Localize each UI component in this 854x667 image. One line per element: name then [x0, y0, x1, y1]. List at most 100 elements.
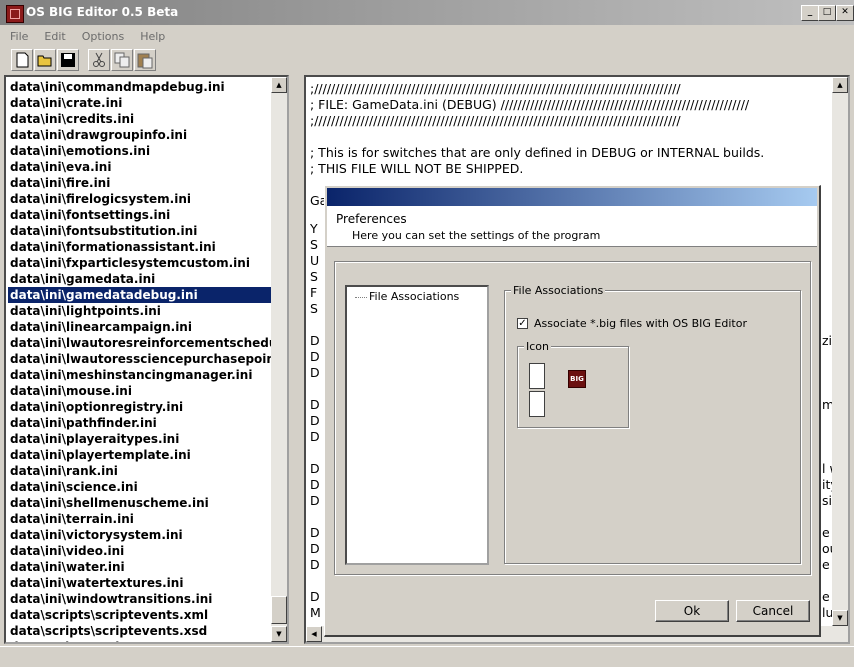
file-list-item[interactable]: data\ini\eva.ini [8, 159, 272, 175]
file-list-item[interactable]: data\ini\fontsettings.ini [8, 207, 272, 223]
scroll-thumb[interactable] [271, 596, 287, 624]
settings-tree[interactable]: File Associations [345, 285, 489, 565]
tree-item-file-associations[interactable]: File Associations [369, 290, 459, 303]
file-list-item[interactable]: data\ini\victorysystem.ini [8, 527, 272, 543]
file-list-item[interactable]: data\ini\science.ini [8, 479, 272, 495]
file-list-item[interactable]: data\ini\playeraitypes.ini [8, 431, 272, 447]
cut-button[interactable] [88, 49, 110, 71]
file-list-item[interactable]: data\ini\gamedatadebug.ini [8, 287, 272, 303]
editor-line: ; FILE: GameData.ini (DEBUG) ///////////… [310, 97, 750, 112]
file-list-item[interactable]: data\ini\meshinstancingmanager.ini [8, 367, 272, 383]
file-list-item[interactable]: data\ini\crate.ini [8, 95, 272, 111]
file-list-item[interactable]: data\ini\watertextures.ini [8, 575, 272, 591]
editor-line-fragment: M [310, 605, 321, 620]
file-list-item[interactable]: data\ini\video.ini [8, 543, 272, 559]
menu-bar: File Edit Options Help [0, 25, 854, 43]
scroll-down-button[interactable]: ▼ [271, 626, 287, 642]
icon-selector-down[interactable] [529, 391, 545, 417]
file-list-item[interactable]: data\ini\firelogicsystem.ini [8, 191, 272, 207]
dialog-title-bar[interactable] [327, 188, 817, 206]
copy-icon [114, 52, 130, 68]
editor-line-fragment: D [310, 589, 320, 604]
ok-button[interactable]: Ok [655, 600, 729, 622]
file-list-item[interactable]: data\ini\water.ini [8, 559, 272, 575]
file-list-item[interactable]: data\ini\rank.ini [8, 463, 272, 479]
file-list-item[interactable]: data\scripts\scriptevents.xsx [8, 639, 272, 642]
file-list-items: data\ini\commandmapdebug.ini data\ini\cra… [8, 79, 272, 642]
file-list-item[interactable]: data\ini\fire.ini [8, 175, 272, 191]
file-list-item[interactable]: data\ini\credits.ini [8, 111, 272, 127]
file-list-item[interactable]: data\ini\commandmapdebug.ini [8, 79, 272, 95]
menu-options[interactable]: Options [72, 28, 130, 43]
file-list-item[interactable]: data\ini\optionregistry.ini [8, 399, 272, 415]
scroll-up-button[interactable]: ▲ [271, 77, 287, 93]
dialog-subtitle: Here you can set the settings of the pro… [352, 229, 601, 242]
close-button[interactable]: ✕ [836, 5, 854, 21]
editor-line: ;///////////////////////////////////////… [310, 113, 681, 128]
file-list-item[interactable]: data\ini\linearcampaign.ini [8, 319, 272, 335]
editor-line-fragment: D [310, 365, 320, 380]
associate-checkbox[interactable]: ✓ [517, 318, 528, 329]
dialog-title: Preferences [336, 212, 407, 226]
file-list-item[interactable]: data\ini\shellmenuscheme.ini [8, 495, 272, 511]
cut-scissors-icon [93, 52, 105, 67]
editor-line-fragment: S [310, 237, 318, 252]
new-file-button[interactable] [11, 49, 33, 71]
file-list-item[interactable]: data\ini\pathfinder.ini [8, 415, 272, 431]
menu-edit[interactable]: Edit [34, 28, 71, 43]
file-list-item[interactable]: data\ini\lwautoresreinforcementschedule [8, 335, 272, 351]
icon-selector-up[interactable] [529, 363, 545, 389]
editor-scroll-up-button[interactable]: ▲ [832, 77, 848, 93]
editor-line-fragment: D [310, 333, 320, 348]
editor-scroll-left-button[interactable]: ◀ [306, 626, 322, 642]
file-list-item[interactable]: data\ini\drawgroupinfo.ini [8, 127, 272, 143]
big-file-icon: BIG [568, 370, 586, 388]
file-list-scrollbar[interactable]: ▲ ▼ [271, 77, 287, 642]
file-list-item[interactable]: data\ini\fxparticlesystemcustom.ini [8, 255, 272, 271]
editor-line-fragment: D [310, 461, 320, 476]
open-button[interactable] [34, 49, 56, 71]
tree-connector [355, 297, 367, 298]
file-list-item[interactable]: data\scripts\scriptevents.xsd [8, 623, 272, 639]
file-list-item[interactable]: data\ini\lightpoints.ini [8, 303, 272, 319]
title-bar: OS BIG Editor 0.5 Beta _ □ ✕ [0, 0, 854, 25]
editor-line-fragment: D [310, 349, 320, 364]
editor-line: ; This is for switches that are only def… [310, 145, 765, 160]
file-list-item[interactable]: data\ini\playertemplate.ini [8, 447, 272, 463]
save-button[interactable] [57, 49, 79, 71]
paste-icon [137, 53, 153, 69]
file-list-item[interactable]: data\ini\terrain.ini [8, 511, 272, 527]
associate-checkbox-label[interactable]: Associate *.big files with OS BIG Editor [534, 317, 747, 330]
file-list-item[interactable]: data\ini\emotions.ini [8, 143, 272, 159]
file-list-item[interactable]: data\ini\gamedata.ini [8, 271, 272, 287]
icon-group: Icon BIG [517, 340, 629, 428]
window-title: OS BIG Editor 0.5 Beta [26, 5, 179, 19]
file-list-item[interactable]: data\ini\formationassistant.ini [8, 239, 272, 255]
preferences-dialog: Preferences Here you can set the setting… [324, 185, 821, 637]
menu-help[interactable]: Help [130, 28, 171, 43]
editor-line-fragment: D [310, 541, 320, 556]
editor-line-fragment: D [310, 413, 320, 428]
menu-file[interactable]: File [0, 28, 34, 43]
editor-scroll-down-button[interactable]: ▼ [832, 610, 848, 626]
file-list-item[interactable]: data\ini\mouse.ini [8, 383, 272, 399]
copy-button[interactable] [111, 49, 133, 71]
file-associations-group: File Associations ✓ Associate *.big file… [504, 284, 801, 564]
save-disk-icon [61, 53, 75, 67]
editor-scrollbar[interactable]: ▲ ▼ [832, 77, 848, 642]
editor-line-fragment: D [310, 397, 320, 412]
open-folder-icon [37, 55, 52, 67]
file-list-item[interactable]: data\ini\lwautoressciencepurchasepointb [8, 351, 272, 367]
cancel-button[interactable]: Cancel [736, 600, 810, 622]
paste-button[interactable] [134, 49, 156, 71]
file-list-item[interactable]: data\ini\windowtransitions.ini [8, 591, 272, 607]
status-bar [0, 646, 854, 667]
file-list-item[interactable]: data\ini\fontsubstitution.ini [8, 223, 272, 239]
dialog-header: Preferences Here you can set the setting… [327, 206, 817, 247]
minimize-button[interactable]: _ [801, 5, 819, 21]
file-list-item[interactable]: data\scripts\scriptevents.xml [8, 607, 272, 623]
maximize-button[interactable]: □ [818, 5, 836, 21]
editor-line-fragment: S [310, 269, 318, 284]
editor-line-fragment: S [310, 301, 318, 316]
file-list[interactable]: data\ini\commandmapdebug.ini data\ini\cra… [4, 75, 289, 644]
